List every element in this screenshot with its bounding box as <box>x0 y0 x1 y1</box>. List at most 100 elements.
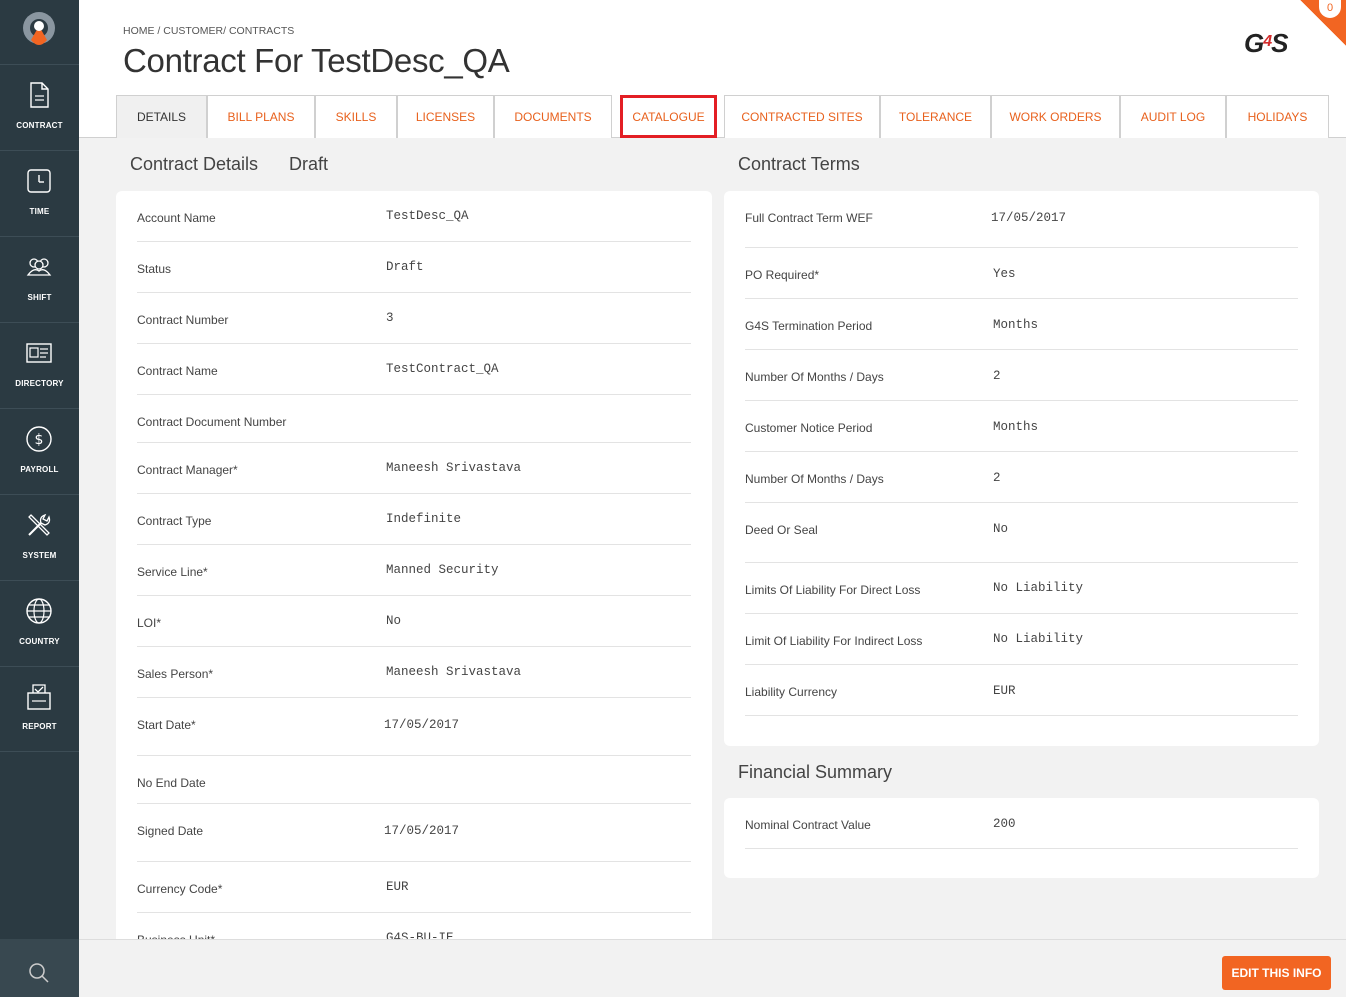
financial-summary-card: Nominal Contract Value 200 <box>724 798 1319 878</box>
contract-details-card: Account Name TestDesc_QA Status Draft Co… <box>116 191 712 951</box>
brand-number: 4 <box>1263 33 1272 50</box>
search-icon <box>29 963 49 983</box>
detail-label: Contract Type <box>137 514 212 528</box>
term-row: Number Of Months / Days 2 <box>745 350 1298 401</box>
detail-value: 17/05/2017 <box>384 824 460 838</box>
term-label: Limits Of Liability For Direct Loss <box>745 583 921 597</box>
term-label: Number Of Months / Days <box>745 472 884 486</box>
tab-details[interactable]: DETAILS <box>116 95 207 138</box>
term-row: Deed Or Seal No <box>745 503 1298 563</box>
term-label: Customer Notice Period <box>745 421 873 435</box>
clock-icon <box>27 169 51 193</box>
financial-value: 200 <box>993 817 1016 831</box>
brand-logo: G4S <box>1244 28 1289 59</box>
tab-holidays[interactable]: HOLIDAYS <box>1226 95 1329 138</box>
sidebar-item-directory[interactable]: DIRECTORY <box>0 322 79 408</box>
detail-label: No End Date <box>137 776 206 790</box>
footer-bar <box>79 939 1346 997</box>
detail-row: Account Name TestDesc_QA <box>137 191 691 242</box>
financial-row: Nominal Contract Value 200 <box>745 798 1298 849</box>
report-icon <box>27 684 51 710</box>
sidebar-item-time[interactable]: TIME <box>0 150 79 236</box>
detail-value: Indefinite <box>386 512 462 526</box>
detail-row: Sales Person* Maneesh Srivastava <box>137 647 691 698</box>
edit-this-info-button[interactable]: EDIT THIS INFO <box>1222 956 1331 990</box>
term-row: Limits Of Liability For Direct Loss No L… <box>745 563 1298 614</box>
tab-bill-plans[interactable]: BILL PLANS <box>207 95 315 138</box>
detail-label: Contract Document Number <box>137 415 287 429</box>
detail-label: Contract Number <box>137 313 229 327</box>
term-row: Liability Currency EUR <box>745 665 1298 716</box>
tab-contracted-sites[interactable]: CONTRACTED SITES <box>724 95 880 138</box>
detail-row: Contract Type Indefinite <box>137 494 691 545</box>
sidebar-item-system[interactable]: SYSTEM <box>0 494 79 580</box>
detail-label: Sales Person* <box>137 667 214 681</box>
term-row: PO Required* Yes <box>745 248 1298 299</box>
term-value: Months <box>993 420 1039 434</box>
term-value: EUR <box>993 684 1016 698</box>
term-row: Number Of Months / Days 2 <box>745 452 1298 503</box>
detail-row: Contract Number 3 <box>137 293 691 344</box>
detail-value: Manned Security <box>386 563 499 577</box>
term-value: No Liability <box>993 632 1084 646</box>
sidebar-item-report[interactable]: REPORT <box>0 666 79 752</box>
sidebar-item-label: SYSTEM <box>22 551 57 560</box>
detail-label: Contract Name <box>137 364 218 378</box>
term-row: Customer Notice Period Months <box>745 401 1298 452</box>
detail-label: Account Name <box>137 211 216 225</box>
term-row: Full Contract Term WEF 17/05/2017 <box>745 191 1298 248</box>
term-label: G4S Termination Period <box>745 319 873 333</box>
contract-terms-card: Full Contract Term WEF 17/05/2017 PO Req… <box>724 191 1319 746</box>
app-logo-icon <box>23 12 55 45</box>
detail-value: Draft <box>386 260 424 274</box>
detail-value: No <box>386 614 402 628</box>
detail-row: Contract Manager* Maneesh Srivastava <box>137 443 691 494</box>
term-value: No <box>993 522 1009 536</box>
detail-row: Contract Document Number <box>137 395 691 443</box>
tab-licenses[interactable]: LICENSES <box>397 95 494 138</box>
sidebar-item-payroll[interactable]: $ PAYROLL <box>0 408 79 494</box>
detail-value: Maneesh Srivastava <box>386 461 522 475</box>
sidebar-item-label: REPORT <box>22 722 57 731</box>
tab-documents[interactable]: DOCUMENTS <box>494 95 612 138</box>
tab-tolerance[interactable]: TOLERANCE <box>880 95 991 138</box>
term-label: Liability Currency <box>745 685 838 699</box>
detail-row: LOI* No <box>137 596 691 647</box>
detail-row: Service Line* Manned Security <box>137 545 691 596</box>
svg-text:$: $ <box>35 432 44 448</box>
detail-label: Contract Manager* <box>137 463 238 477</box>
tab-catalogue[interactable]: CATALOGUE <box>620 95 717 138</box>
detail-value: TestContract_QA <box>386 362 499 376</box>
term-label: Deed Or Seal <box>745 523 818 537</box>
brand-letter: G <box>1244 28 1264 58</box>
tab-skills[interactable]: SKILLS <box>315 95 397 138</box>
breadcrumb[interactable]: HOME / CUSTOMER/ CONTRACTS <box>123 25 294 37</box>
sidebar-item-label: SHIFT <box>27 293 52 302</box>
tab-audit-log[interactable]: AUDIT LOG <box>1120 95 1226 138</box>
detail-value: TestDesc_QA <box>386 209 469 223</box>
contract-status-heading: Draft <box>289 154 329 174</box>
sidebar-item-contract[interactable]: CONTRACT <box>0 64 79 150</box>
detail-label: Signed Date <box>137 824 204 838</box>
detail-value: EUR <box>386 880 409 894</box>
term-label: Limit Of Liability For Indirect Loss <box>745 634 923 648</box>
detail-row: Currency Code* EUR <box>137 862 691 913</box>
contract-details-title: Contract Details <box>130 154 259 174</box>
sidebar-item-label: CONTRACT <box>16 121 63 130</box>
financial-summary-title: Financial Summary <box>738 762 893 782</box>
sidebar-item-label: DIRECTORY <box>15 379 64 388</box>
detail-value: 3 <box>386 311 394 325</box>
document-icon <box>30 82 49 108</box>
sidebar-item-country[interactable]: COUNTRY <box>0 580 79 666</box>
sidebar-item-shift[interactable]: SHIFT <box>0 236 79 322</box>
sidebar-search-button[interactable] <box>0 939 79 997</box>
term-label: Full Contract Term WEF <box>745 211 873 225</box>
brand-letter: S <box>1271 28 1288 58</box>
sidebar-item-label: COUNTRY <box>19 637 60 646</box>
sidebar-item-label: PAYROLL <box>20 465 59 474</box>
detail-row: No End Date <box>137 756 691 804</box>
tab-work-orders[interactable]: WORK ORDERS <box>991 95 1120 138</box>
term-value: Yes <box>993 267 1016 281</box>
sidebar: CONTRACT TIME SHIFT DIRECTORY $ PAYROLL … <box>0 0 79 997</box>
detail-label: Currency Code* <box>137 882 223 896</box>
